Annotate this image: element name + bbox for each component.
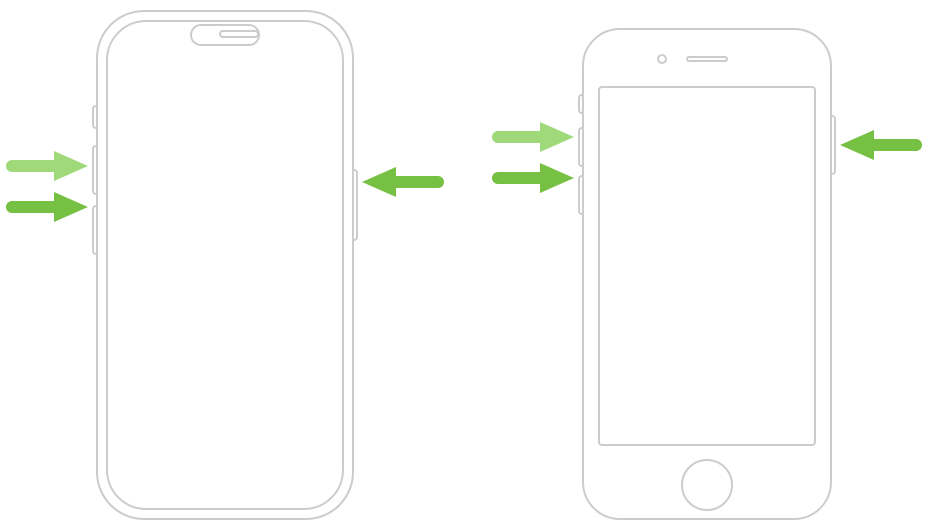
home-button-iphone-home-button: [681, 459, 733, 511]
modern-iphone-side-button: [354, 169, 358, 241]
arrow-right-icon: [492, 163, 574, 193]
arrow-right-icon: [6, 151, 88, 181]
modern-iphone-mute-switch: [92, 105, 96, 129]
modern-iphone-volume-down-button: [92, 205, 96, 255]
home-button-iphone-speaker: [686, 56, 728, 62]
home-button-iphone-camera: [657, 54, 667, 64]
modern-iphone-volume-up-button: [92, 145, 96, 195]
modern-iphone-speaker-slot: [219, 30, 259, 38]
arrow-left-icon: [840, 130, 922, 160]
home-button-iphone-screen: [598, 86, 816, 446]
arrow-right-icon: [6, 192, 88, 222]
arrow-left-icon: [362, 167, 444, 197]
home-button-iphone-volume-up-button: [578, 127, 582, 167]
modern-iphone-screen: [106, 20, 344, 510]
home-button-iphone-volume-down-button: [578, 175, 582, 215]
home-button-iphone-mute-switch: [578, 94, 582, 114]
arrow-right-icon: [492, 122, 574, 152]
home-button-iphone-side-button: [832, 115, 836, 175]
